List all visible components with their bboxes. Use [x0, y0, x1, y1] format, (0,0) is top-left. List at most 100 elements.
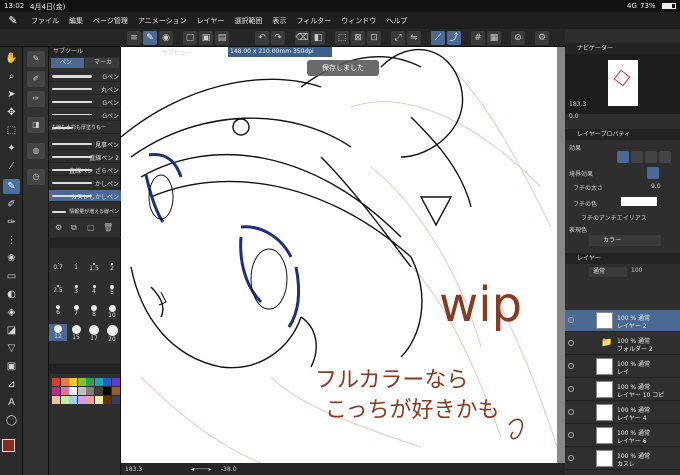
edge-color-swatch[interactable] [621, 197, 657, 206]
ruler-icon[interactable]: # [471, 31, 485, 45]
blend-mode-select[interactable]: 通常 [589, 267, 627, 277]
size-option-selected[interactable]: 12 [49, 324, 67, 341]
gradient-tool-icon[interactable]: ◪ [3, 323, 20, 338]
flip-icon[interactable]: ⇋ [407, 31, 421, 45]
navigator-zoom[interactable]: 183.3 [569, 101, 586, 108]
select-tool-icon[interactable]: ⬚ [3, 123, 20, 138]
layer-visibility-icon[interactable] [568, 455, 574, 461]
airbrush-tool-icon[interactable]: ⋮ [3, 233, 20, 248]
menu-filter[interactable]: フィルター [291, 16, 336, 26]
brush-item[interactable]: 直線ペン ざらペン [49, 164, 121, 176]
frame-tool-icon[interactable]: ▣ [3, 359, 20, 374]
balloon-tool-icon[interactable]: ◯ [3, 413, 20, 428]
size-option[interactable]: 2 [103, 262, 121, 279]
color-swatch[interactable] [69, 387, 77, 395]
settings-icon[interactable]: ⚙ [535, 31, 549, 45]
effect-extract-icon[interactable] [659, 151, 671, 163]
layer-row[interactable]: 100 % 通常 カスレ [565, 448, 680, 470]
display-color-select[interactable]: カラー [589, 235, 661, 246]
grid-icon[interactable]: ▦ [487, 31, 501, 45]
color-swatch[interactable] [103, 396, 111, 404]
history-icon[interactable]: ◷ [27, 169, 45, 185]
color-swatch[interactable] [103, 387, 111, 395]
save-icon[interactable]: ▤ [215, 31, 229, 45]
brush-item[interactable]: Gペン [49, 109, 121, 121]
navigator-view-frame[interactable] [613, 69, 631, 87]
color-swatch[interactable] [52, 387, 60, 395]
app-logo-icon[interactable]: ✎ [0, 14, 26, 27]
subtool-settings-icon[interactable]: ⚙ [55, 223, 62, 232]
zoom-tool-icon[interactable]: ⌕ [3, 69, 20, 84]
color-swatch[interactable] [69, 378, 77, 386]
color-swatch[interactable] [86, 387, 94, 395]
open-folder-icon[interactable]: ▣ [199, 31, 213, 45]
size-option[interactable]: 0.7 [49, 262, 67, 279]
brush-item[interactable]: かしペン [49, 177, 121, 189]
layer-row[interactable]: 100 % 通常 レイヤー 2 [565, 310, 680, 332]
eyedropper-tool-icon[interactable]: ⁄ [3, 159, 20, 174]
color-swatch[interactable] [52, 396, 60, 404]
zoom-slider[interactable]: ◂────▸ [191, 466, 211, 473]
angle-value[interactable]: -38.0 [221, 466, 237, 473]
move-tool-icon[interactable]: ✥ [3, 105, 20, 120]
layer-visibility-icon[interactable] [568, 409, 574, 415]
color-swatch[interactable] [94, 396, 103, 404]
invert-selection-icon[interactable]: ⊡ [367, 31, 381, 45]
menu-selection[interactable]: 選択範囲 [229, 16, 267, 26]
zoom-value[interactable]: 183.3 [125, 466, 142, 473]
navigator-angle[interactable]: 0.0 [569, 113, 579, 120]
pen-tool-icon[interactable]: ✎ [3, 179, 20, 194]
layer-color-icon[interactable]: ◨ [27, 117, 45, 133]
size-option[interactable]: 7 [67, 304, 85, 321]
eraser-tool-icon[interactable]: ▭ [3, 269, 20, 284]
edge-width-value[interactable]: 9.0 [651, 183, 661, 190]
color-swatch[interactable] [86, 396, 94, 404]
pencil-tool-icon[interactable]: ✐ [3, 197, 20, 212]
brush-item[interactable]: 丸ペン [49, 83, 121, 95]
snap-curve-icon[interactable]: ⤴ [447, 31, 461, 45]
figure-tool-icon[interactable]: ▽ [3, 341, 20, 356]
size-option[interactable]: 20 [103, 324, 121, 343]
pencil-group-icon[interactable]: ✑ [27, 91, 45, 107]
brush-item[interactable]: 見事ペン [49, 138, 121, 150]
brush-item[interactable]: 主線も水彩も厚塗りも一 [49, 122, 121, 134]
clear-icon[interactable]: ⌫ [295, 31, 309, 45]
size-option[interactable]: 6 [49, 304, 67, 321]
color-swatch[interactable] [111, 396, 120, 404]
effect-tone-icon[interactable] [631, 151, 643, 163]
layer-row[interactable]: 100 % 通常 レイヤー 4 [565, 402, 680, 424]
color-swatch[interactable] [111, 387, 120, 395]
size-option[interactable]: 10 [103, 304, 121, 321]
menu-page[interactable]: ページ管理 [88, 16, 133, 26]
subtool-copy-icon[interactable]: ⧉ [71, 223, 77, 233]
size-option[interactable]: 2.5 [49, 284, 67, 301]
color-swatch[interactable] [69, 396, 77, 404]
fill-icon[interactable]: ◧ [311, 31, 325, 45]
redo-icon[interactable]: ↷ [271, 31, 285, 45]
effect-color-icon[interactable] [645, 151, 657, 163]
size-option[interactable]: 4 [85, 284, 103, 301]
color-swatch[interactable] [103, 378, 111, 386]
color-swatch[interactable] [60, 387, 69, 395]
layer-visibility-icon[interactable] [568, 340, 574, 346]
transform-icon[interactable]: ⤢ [391, 31, 405, 45]
color-swatch[interactable] [60, 396, 69, 404]
text-tool-icon[interactable]: A [3, 395, 20, 410]
size-option[interactable]: 5 [103, 284, 121, 301]
color-swatch[interactable] [94, 378, 103, 386]
color-swatch[interactable] [77, 387, 86, 395]
correction-icon[interactable]: ⊘ [511, 31, 525, 45]
size-option[interactable]: 8 [85, 304, 103, 321]
color-swatch[interactable] [60, 378, 69, 386]
tab-pen[interactable]: ペン [51, 58, 84, 68]
menu-layer[interactable]: レイヤー [192, 16, 230, 26]
size-option[interactable]: 1 [67, 262, 85, 279]
color-swatch[interactable] [52, 378, 60, 386]
subview-tab[interactable]: サブビュー [162, 48, 192, 57]
brush-item[interactable]: 直線ペン 2 [49, 151, 121, 163]
canvas-scroll-area[interactable] [557, 47, 565, 463]
subtool-new-icon[interactable]: ▢ [87, 223, 95, 232]
hand-tool-icon[interactable]: ✋ [3, 51, 20, 66]
layer-row[interactable]: 100 % 通常 レイヤー 6 [565, 425, 680, 447]
color-swatch[interactable] [94, 387, 103, 395]
